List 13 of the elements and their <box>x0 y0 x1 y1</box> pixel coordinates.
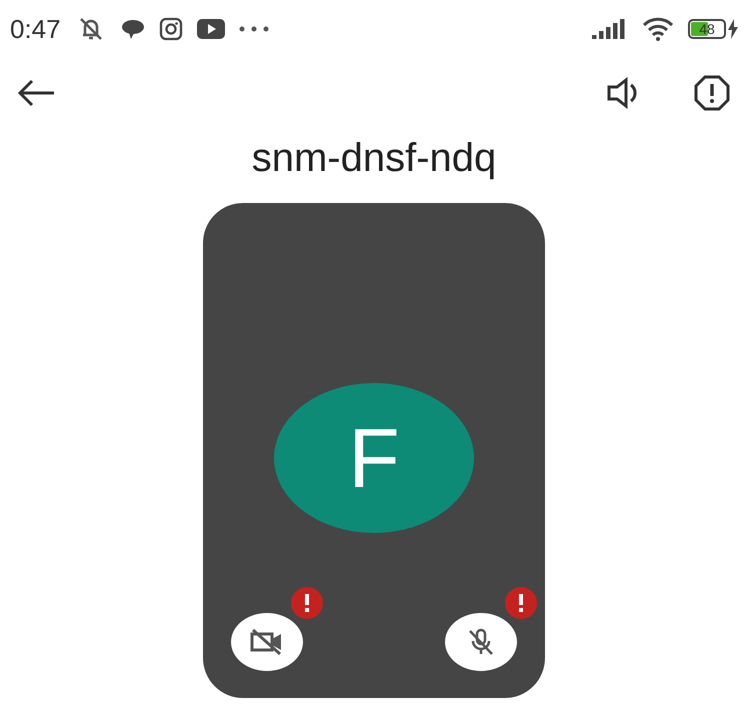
meeting-code: snm-dnsf-ndq <box>250 136 498 181</box>
back-button[interactable] <box>16 78 56 108</box>
more-icon <box>238 26 269 32</box>
report-button[interactable] <box>694 75 730 111</box>
charging-icon <box>728 19 738 39</box>
microphone-off-icon <box>466 627 496 657</box>
clock: 0:47 <box>10 14 61 44</box>
camera-glyph-icon <box>158 17 183 41</box>
avatar: F <box>274 383 474 533</box>
chat-icon <box>120 18 145 40</box>
play-icon <box>196 19 225 39</box>
camera-off-icon <box>250 628 284 656</box>
wifi-icon <box>642 17 674 41</box>
